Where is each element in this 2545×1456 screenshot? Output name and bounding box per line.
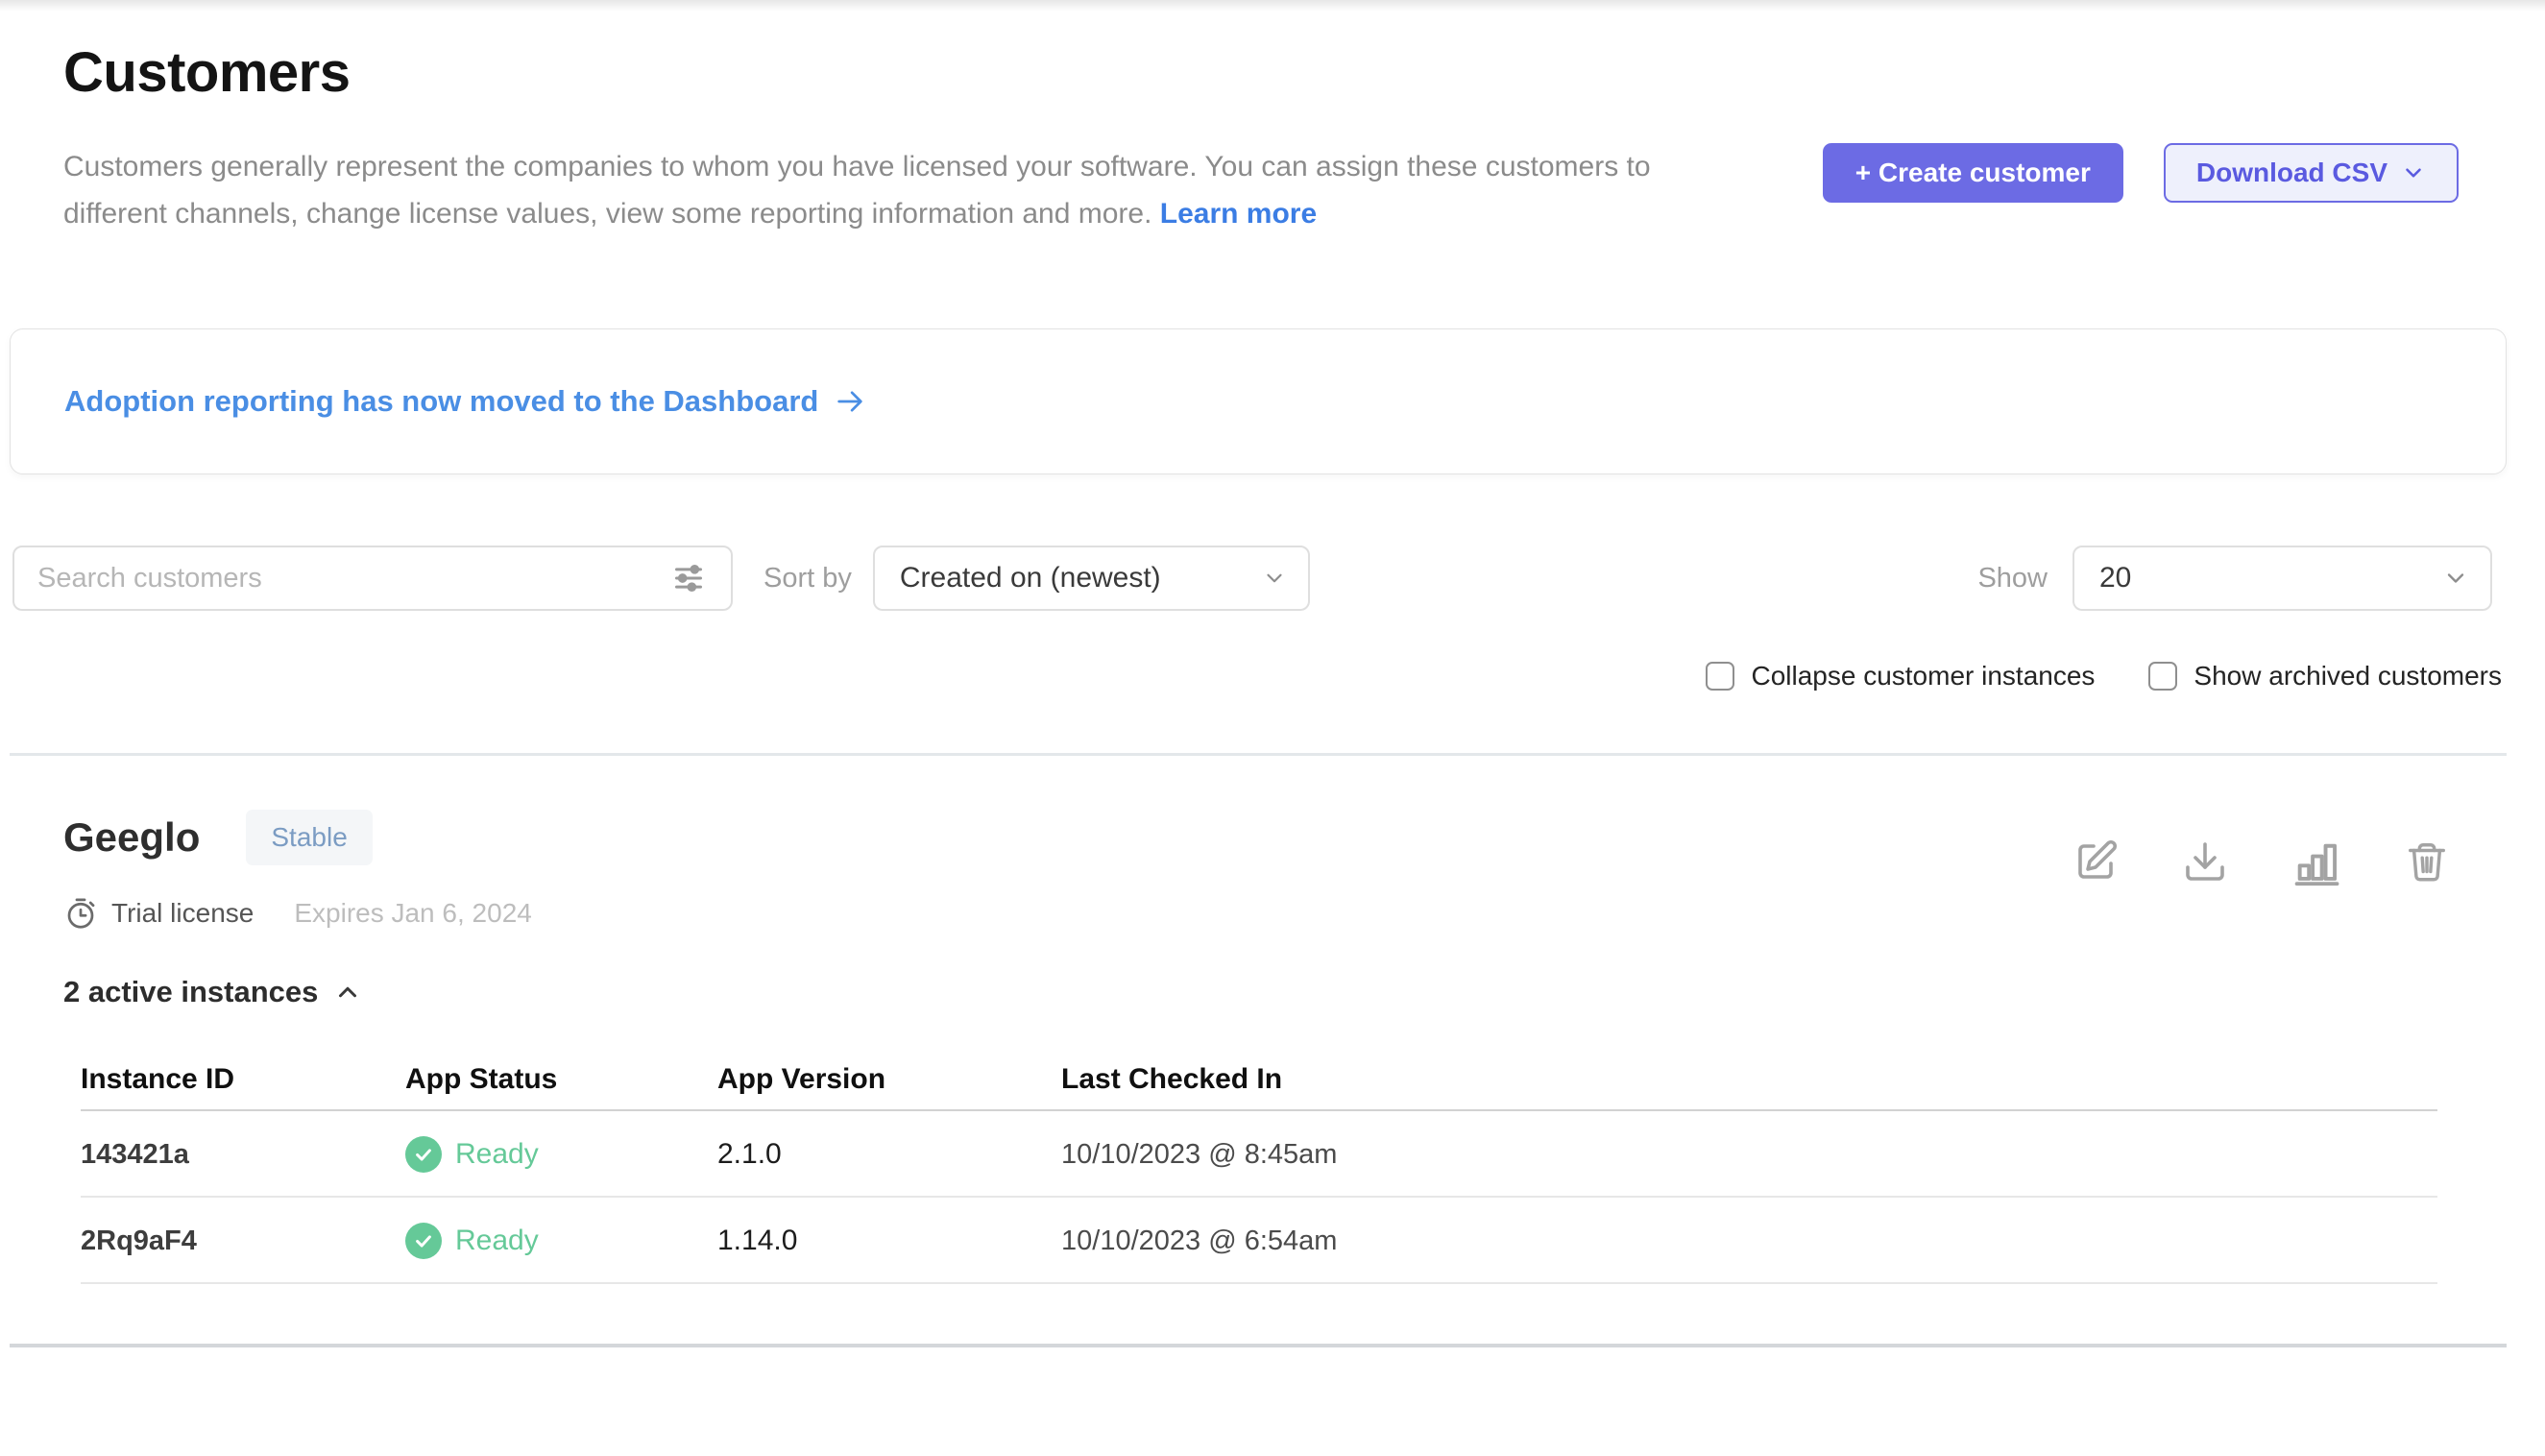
last-checked-in-cell: 10/10/2023 @ 8:45am: [1061, 1139, 2437, 1171]
show-archived-option[interactable]: Show archived customers: [2148, 661, 2502, 692]
app-status-label: Ready: [455, 1225, 539, 1257]
filter-sliders-icon[interactable]: [669, 559, 708, 597]
show-label: Show: [1977, 563, 2048, 595]
last-checked-in-cell: 10/10/2023 @ 6:54am: [1061, 1225, 2437, 1257]
trash-icon: [2405, 839, 2449, 884]
check-circle-icon: [405, 1223, 442, 1259]
table-header-row: Instance ID App Status App Version Last …: [81, 1046, 2437, 1111]
app-status-label: Ready: [455, 1138, 539, 1171]
arrow-right-icon: [834, 385, 866, 418]
edit-pencil-icon: [2072, 838, 2119, 885]
customer-identity: Geeglo Stable Trial license Expires Jan …: [63, 810, 532, 931]
adoption-reporting-banner: Adoption reporting has now moved to the …: [10, 328, 2507, 474]
instance-id-cell: 143421a: [81, 1139, 405, 1171]
chevron-down-icon: [2401, 160, 2426, 185]
download-license-button[interactable]: [2182, 838, 2228, 885]
chevron-down-icon: [1262, 566, 1287, 591]
archive-customer-button[interactable]: [2405, 839, 2449, 884]
collapse-instances-label: Collapse customer instances: [1751, 661, 2095, 692]
header-actions: + Create customer Download CSV: [1823, 143, 2459, 203]
show-count-value: 20: [2099, 562, 2131, 595]
customers-page: Customers Customers generally represent …: [0, 40, 2545, 1347]
banner-text: Adoption reporting has now moved to the …: [64, 384, 818, 419]
page-header: Customers Customers generally represent …: [63, 40, 2507, 237]
license-expiry: Expires Jan 6, 2024: [294, 898, 532, 929]
header-row: Customers generally represent the compan…: [63, 143, 2507, 237]
header-app-version: App Version: [717, 1063, 1061, 1096]
chevron-up-icon: [333, 978, 362, 1007]
list-controls: Sort by Created on (newest) Show 20: [12, 546, 2492, 611]
header-app-status: App Status: [405, 1063, 717, 1096]
channel-badge: Stable: [246, 810, 372, 865]
table-row: 143421a Ready 2.1.0 10/10/2023 @ 8:45am: [81, 1111, 2437, 1198]
instances-table: Instance ID App Status App Version Last …: [81, 1046, 2437, 1284]
page-description: Customers generally represent the compan…: [63, 143, 1734, 237]
table-row: 2Rq9aF4 Ready 1.14.0 10/10/2023 @ 6:54am: [81, 1198, 2437, 1284]
collapse-instances-option[interactable]: Collapse customer instances: [1706, 661, 2095, 692]
stopwatch-icon: [63, 896, 98, 931]
sort-select[interactable]: Created on (newest): [873, 546, 1310, 611]
description-text: Customers generally represent the compan…: [63, 151, 1651, 230]
sort-select-value: Created on (newest): [900, 562, 1161, 595]
customer-name: Geeglo: [63, 814, 200, 861]
app-status-cell: Ready: [405, 1136, 717, 1173]
checkbox-row: Collapse customer instances Show archive…: [10, 661, 2502, 692]
section-divider: [10, 753, 2507, 756]
customer-name-row: Geeglo Stable: [63, 810, 532, 865]
page-title: Customers: [63, 40, 2507, 105]
top-edge-gradient: [0, 0, 2545, 12]
check-circle-icon: [405, 1136, 442, 1173]
app-status-cell: Ready: [405, 1223, 717, 1259]
bar-chart-icon: [2291, 837, 2341, 886]
customer-card-header: Geeglo Stable Trial license Expires Jan …: [63, 810, 2449, 931]
show-archived-label: Show archived customers: [2194, 661, 2502, 692]
edit-customer-button[interactable]: [2072, 838, 2119, 885]
create-customer-button[interactable]: + Create customer: [1823, 143, 2123, 203]
download-csv-button[interactable]: Download CSV: [2164, 143, 2459, 203]
license-row: Trial license Expires Jan 6, 2024: [63, 896, 532, 931]
search-box[interactable]: [12, 546, 733, 611]
app-version-cell: 2.1.0: [717, 1138, 1061, 1171]
instance-id-cell: 2Rq9aF4: [81, 1225, 405, 1257]
show-archived-checkbox[interactable]: [2148, 662, 2177, 691]
header-last-checked-in: Last Checked In: [1061, 1063, 2437, 1096]
header-instance-id: Instance ID: [81, 1063, 405, 1096]
chevron-down-icon: [2442, 565, 2469, 592]
show-count-select[interactable]: 20: [2072, 546, 2492, 611]
active-instances-label: 2 active instances: [63, 975, 318, 1009]
search-input[interactable]: [37, 563, 669, 595]
download-csv-label: Download CSV: [2196, 158, 2387, 188]
license-type: Trial license: [111, 898, 254, 929]
customer-reporting-button[interactable]: [2291, 837, 2341, 886]
adoption-reporting-link[interactable]: Adoption reporting has now moved to the …: [64, 384, 866, 419]
download-icon: [2182, 838, 2228, 885]
active-instances-toggle[interactable]: 2 active instances: [63, 975, 362, 1009]
collapse-instances-checkbox[interactable]: [1706, 662, 1734, 691]
app-version-cell: 1.14.0: [717, 1225, 1061, 1257]
customer-actions: [2072, 837, 2449, 886]
learn-more-link[interactable]: Learn more: [1160, 198, 1317, 230]
sort-by-label: Sort by: [764, 563, 852, 595]
bottom-divider: [10, 1344, 2507, 1347]
